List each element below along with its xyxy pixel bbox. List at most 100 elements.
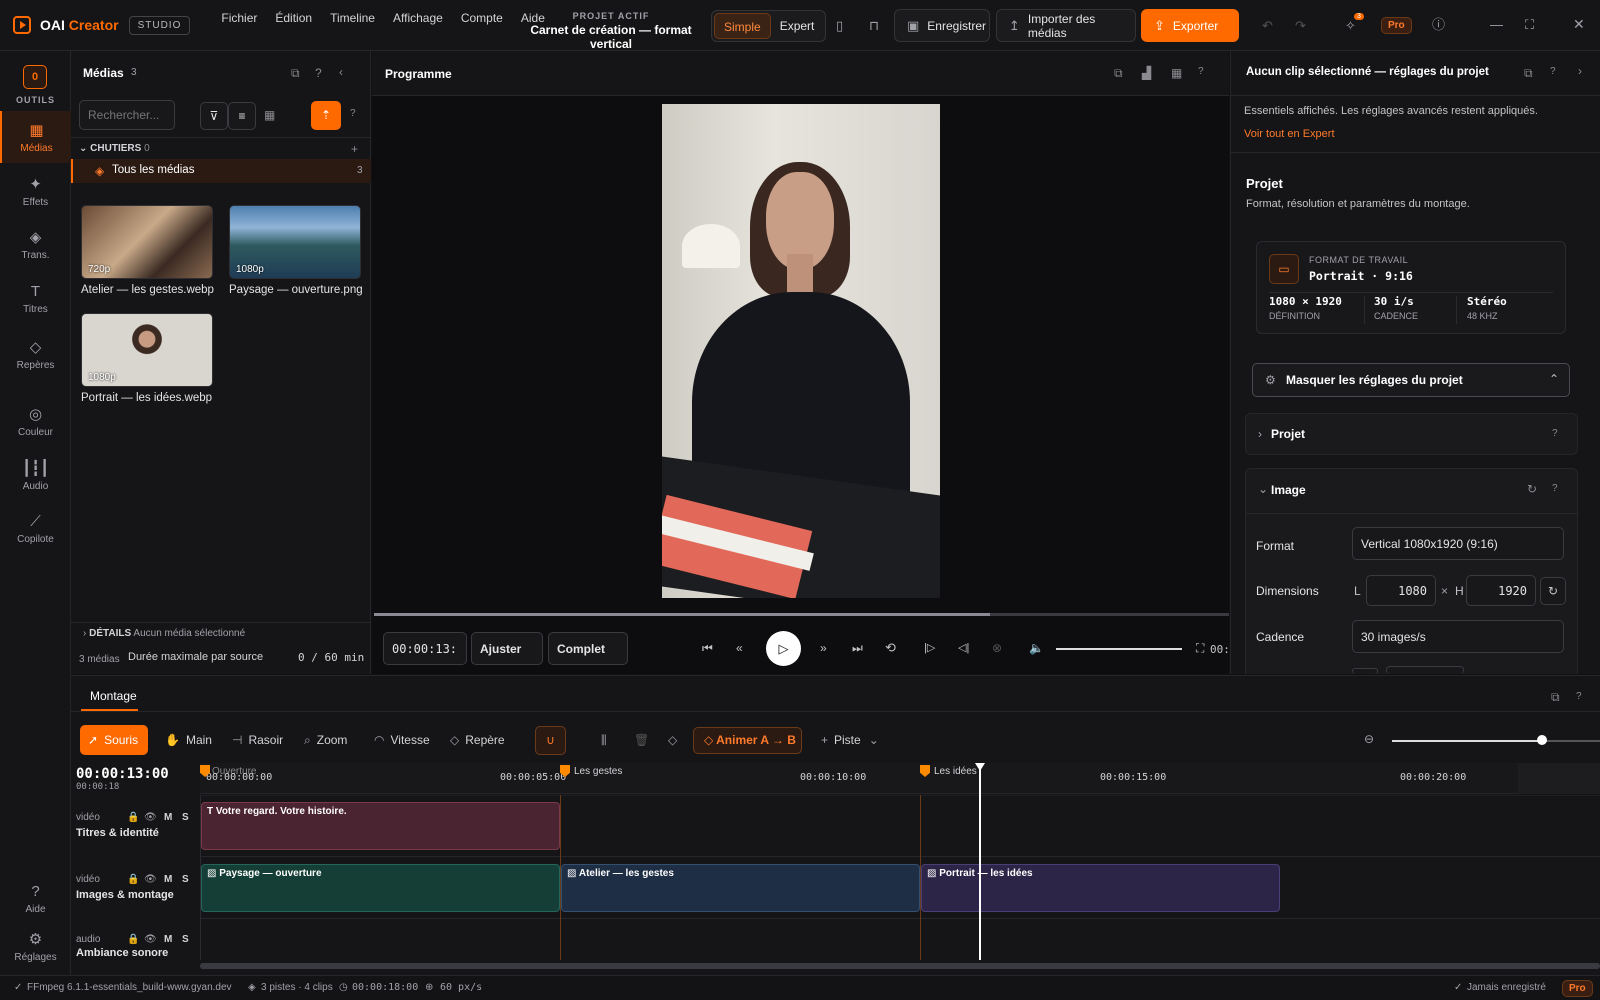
media-thumb-portrait[interactable]: 1080p bbox=[81, 313, 213, 387]
tab-montage[interactable]: Montage bbox=[90, 689, 137, 703]
tool-souris[interactable]: ➚ Souris bbox=[80, 725, 148, 755]
timeline-zoom-knob[interactable] bbox=[1537, 735, 1547, 745]
height-input[interactable]: 1920 bbox=[1466, 575, 1536, 606]
media-thumb-paysage[interactable]: 1080p bbox=[229, 205, 361, 279]
tool-zoom[interactable]: ⌕ Zoom bbox=[296, 725, 355, 755]
animate-ab-button[interactable]: ◇ Animer A → B bbox=[693, 727, 802, 754]
quality-select[interactable]: Complet bbox=[548, 632, 628, 665]
scrub-track[interactable] bbox=[374, 613, 1229, 616]
popout-icon[interactable]: ⧉ bbox=[1114, 66, 1123, 81]
popout-icon[interactable]: ⧉ bbox=[1524, 66, 1533, 81]
tool-vitesse[interactable]: ◠ Vitesse bbox=[366, 725, 438, 755]
menu-edition[interactable]: Édition bbox=[266, 10, 321, 26]
delete-icon[interactable]: 🗑 bbox=[634, 733, 649, 747]
nav-copilote[interactable]: ⟋ Copilote bbox=[0, 513, 71, 545]
add-track-button[interactable]: + Piste ⌄ bbox=[813, 725, 887, 755]
bins-header[interactable]: ⌄ CHUTIERS 0 bbox=[79, 143, 150, 154]
bin-all-media[interactable]: ◈ Tous les médias 3 bbox=[71, 159, 371, 183]
tool-repere[interactable]: ◇ Repère bbox=[442, 725, 513, 755]
help-icon[interactable]: ? bbox=[1552, 428, 1558, 439]
eye-icon[interactable]: 👁 bbox=[144, 812, 157, 823]
nav-titres[interactable]: T Titres bbox=[0, 283, 71, 315]
pro-badge[interactable]: Pro bbox=[1381, 17, 1412, 34]
collapse-left-icon[interactable]: ‹ bbox=[339, 65, 343, 79]
menu-affichage[interactable]: Affichage bbox=[384, 10, 452, 26]
mute-button[interactable]: M bbox=[164, 812, 172, 823]
accordion-projet[interactable]: › Projet ? bbox=[1245, 413, 1578, 455]
chevron-down-icon[interactable]: ⌄ bbox=[1258, 482, 1268, 496]
timeline-zoom-slider[interactable] bbox=[1392, 740, 1600, 742]
new-file-icon[interactable]: ▯ bbox=[836, 19, 843, 32]
mark-in-icon[interactable]: |▷ bbox=[924, 641, 935, 654]
format-select[interactable]: Vertical 1080x1920 (9:16) bbox=[1352, 527, 1564, 560]
forward-icon[interactable]: » bbox=[820, 641, 827, 655]
nav-reperes[interactable]: ◇ Repères bbox=[0, 338, 71, 371]
clip-title[interactable]: T Votre regard. Votre histoire. bbox=[201, 802, 560, 850]
mode-expert-button[interactable]: Expert bbox=[771, 13, 824, 39]
width-input[interactable]: 1080 bbox=[1366, 575, 1436, 606]
rewind-icon[interactable]: « bbox=[736, 641, 743, 655]
menu-compte[interactable]: Compte bbox=[452, 10, 512, 26]
maximize-icon[interactable]: ⛶ bbox=[1525, 18, 1534, 31]
notifications-icon[interactable]: ✧ bbox=[1345, 19, 1356, 32]
nav-transitions[interactable]: ◈ Trans. bbox=[0, 228, 71, 261]
nav-medias[interactable]: ▦ Médias bbox=[0, 111, 71, 163]
popout-icon[interactable]: ⧉ bbox=[291, 66, 300, 81]
nav-couleur[interactable]: ◎ Couleur bbox=[0, 405, 71, 438]
help-icon[interactable]: ⓘ bbox=[1432, 18, 1445, 31]
grid-icon[interactable]: ▦ bbox=[1171, 66, 1182, 80]
collapse-right-icon[interactable]: › bbox=[1578, 64, 1582, 78]
status-pro-badge[interactable]: Pro bbox=[1562, 980, 1593, 997]
redo-icon[interactable]: ↷ bbox=[1295, 19, 1306, 32]
close-window-icon[interactable]: ✕ bbox=[1573, 17, 1585, 31]
scrollbar-thumb[interactable] bbox=[200, 963, 1600, 969]
expert-link[interactable]: Voir tout en Expert bbox=[1244, 128, 1335, 140]
clip-portrait[interactable]: ▨ Portrait — les idées bbox=[921, 864, 1280, 912]
export-button[interactable]: ⇪ Exporter bbox=[1141, 9, 1239, 42]
nav-reglages[interactable]: ⚙ Réglages bbox=[0, 930, 71, 963]
menu-fichier[interactable]: Fichier bbox=[212, 10, 266, 26]
solo-button[interactable]: S bbox=[182, 934, 189, 945]
media-help-icon[interactable]: ? bbox=[315, 66, 322, 80]
zoom-out-icon[interactable]: ⊖ bbox=[1364, 732, 1374, 746]
media-search-input[interactable] bbox=[79, 100, 175, 130]
open-folder-icon[interactable]: ⊓ bbox=[869, 19, 879, 32]
snap-magnet-icon[interactable]: ∪ bbox=[535, 726, 566, 755]
volume-icon[interactable]: 🔈 bbox=[1029, 641, 1044, 655]
help-icon[interactable]: ? bbox=[1552, 483, 1558, 494]
grid-view-icon[interactable]: ▦ bbox=[264, 108, 275, 122]
undo-icon[interactable]: ↶ bbox=[1262, 19, 1273, 32]
eye-icon[interactable]: 👁 bbox=[144, 874, 157, 885]
media-help2-icon[interactable]: ? bbox=[350, 108, 356, 119]
active-project-name[interactable]: Carnet de création — format vertical bbox=[511, 23, 711, 51]
go-to-end-icon[interactable]: ⏭ bbox=[852, 641, 863, 656]
upload-media-icon[interactable]: ⇡ bbox=[311, 101, 341, 130]
rate-select[interactable]: 30 images/s bbox=[1352, 620, 1564, 653]
mute-button[interactable]: M bbox=[164, 874, 172, 885]
scopes-icon[interactable]: ▟ bbox=[1142, 66, 1151, 80]
import-media-button[interactable]: ↥ Importer des médias bbox=[996, 9, 1136, 42]
refresh-dimensions-icon[interactable]: ↻ bbox=[1540, 577, 1566, 605]
tool-rasoir[interactable]: ⊣ Rasoir bbox=[224, 725, 291, 755]
fullscreen-icon[interactable]: ⛶ bbox=[1196, 641, 1204, 656]
clear-marks-icon[interactable]: ⊗ bbox=[992, 641, 1002, 655]
keyframe-icon[interactable]: ◇ bbox=[668, 733, 677, 747]
time-ruler[interactable] bbox=[200, 763, 1600, 794]
clip-atelier[interactable]: ▨ Atelier — les gestes bbox=[561, 864, 920, 912]
program-help-icon[interactable]: ? bbox=[1198, 66, 1204, 77]
nav-effets[interactable]: ✦ Effets bbox=[0, 175, 71, 208]
menu-timeline[interactable]: Timeline bbox=[321, 10, 384, 26]
reset-icon[interactable]: ↻ bbox=[1527, 482, 1537, 496]
save-button[interactable]: ▣ Enregistrer bbox=[894, 9, 990, 42]
minimize-icon[interactable]: — bbox=[1490, 18, 1503, 31]
tool-main[interactable]: ✋ Main bbox=[157, 725, 220, 755]
go-to-start-icon[interactable]: ⏮ bbox=[702, 641, 713, 656]
filter-icon[interactable]: ⊽ bbox=[200, 102, 228, 130]
mark-out-icon[interactable]: ◁| bbox=[958, 641, 969, 654]
fit-select[interactable]: Ajuster bbox=[471, 632, 543, 665]
mute-button[interactable]: M bbox=[164, 934, 172, 945]
solo-button[interactable]: S bbox=[182, 812, 189, 823]
nav-audio[interactable]: ┃┇┃ Audio bbox=[0, 459, 71, 492]
eye-icon[interactable]: 👁 bbox=[144, 934, 157, 945]
hide-project-settings-button[interactable]: ⚙ Masquer les réglages du projet ⌃ bbox=[1252, 363, 1570, 397]
